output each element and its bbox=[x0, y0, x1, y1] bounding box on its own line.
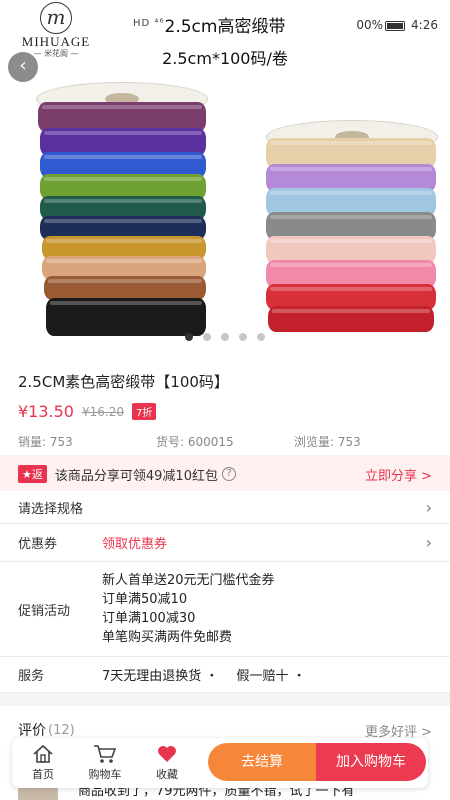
add-to-cart-button[interactable]: 加入购物车 bbox=[316, 743, 426, 781]
carousel-dots bbox=[0, 326, 450, 345]
favorite-button[interactable]: 收藏 bbox=[136, 744, 198, 782]
ribbon-spool bbox=[44, 276, 206, 300]
back-button[interactable]: ‹ bbox=[8, 52, 38, 82]
price-row: ¥13.50 ¥16.20 7折 bbox=[18, 402, 432, 421]
checkout-button[interactable]: 去结算 bbox=[208, 743, 316, 781]
heart-icon bbox=[158, 746, 176, 762]
promo-item: 新人首单送20元无门槛代金券 bbox=[102, 573, 275, 588]
service-items: 7天无理由退换货 ・ 假一赔十 ・ bbox=[102, 665, 320, 684]
carousel-dot[interactable] bbox=[257, 333, 265, 341]
cart-label: 购物车 bbox=[88, 768, 122, 781]
carousel-dot[interactable] bbox=[185, 333, 193, 341]
product-title: 2.5CM素色高密缎带【100码】 bbox=[18, 373, 229, 391]
current-price: ¥13.50 bbox=[18, 402, 74, 421]
reviews-header: 评价 (12) 更多好评 > bbox=[18, 720, 432, 740]
sales-count: 销量: 753 bbox=[18, 435, 73, 449]
coupon-row[interactable]: 优惠券 领取优惠券 › bbox=[0, 524, 450, 562]
spec-selector-row[interactable]: 请选择规格 › bbox=[0, 491, 450, 524]
option-rows: 请选择规格 › 优惠券 领取优惠券 › 促销活动 新人首单送20元无门槛代金券 … bbox=[0, 491, 450, 693]
share-now-link[interactable]: 立即分享 > bbox=[365, 465, 432, 484]
cart-button[interactable]: 购物车 bbox=[74, 744, 136, 782]
star-icon: ★ bbox=[22, 468, 32, 481]
promo-item: 订单满100减30 bbox=[102, 611, 196, 626]
reviews-title: 评价 bbox=[18, 723, 46, 739]
home-button[interactable]: 首页 bbox=[12, 744, 74, 782]
promotion-row: 促销活动 新人首单送20元无门槛代金券 订单满50减10 订单满100减30 单… bbox=[0, 562, 450, 657]
service-item: 假一赔十 ・ bbox=[236, 669, 306, 684]
promo-label: 促销活动 bbox=[18, 603, 71, 619]
overlay-title: 2.5cm高密缎带 bbox=[164, 17, 286, 37]
overlay-subtitle: 2.5cm*100码/卷 bbox=[162, 49, 288, 68]
reviews-count: (12) bbox=[48, 722, 75, 738]
promo-item: 订单满50减10 bbox=[102, 592, 188, 607]
stats-row: 销量: 753 货号: 600015 浏览量: 753 bbox=[18, 433, 432, 450]
product-info: 2.5CM素色高密缎带【100码】 ¥13.50 ¥16.20 7折 销量: 7… bbox=[0, 355, 450, 455]
chevron-right-icon: › bbox=[425, 533, 432, 552]
rebate-label: 返 bbox=[31, 468, 43, 481]
carousel-dot[interactable] bbox=[203, 333, 211, 341]
original-price: ¥16.20 bbox=[81, 404, 124, 419]
favorite-label: 收藏 bbox=[156, 768, 178, 781]
help-icon[interactable]: ? bbox=[221, 467, 236, 481]
promo-list: 新人首单送20元无门槛代金券 订单满50减10 订单满100减30 单笔购买满两… bbox=[102, 571, 275, 647]
spec-label: 请选择规格 bbox=[18, 501, 84, 517]
home-label: 首页 bbox=[32, 768, 54, 781]
sku-number: 货号: 600015 bbox=[156, 435, 234, 449]
promo-item: 单笔购买满两件免邮费 bbox=[102, 630, 233, 645]
more-reviews-link[interactable]: 更多好评 > bbox=[365, 721, 432, 740]
rebate-badge: ★返 bbox=[18, 465, 47, 483]
share-banner[interactable]: ★返 该商品分享可领49减10红包 ? 立即分享 > bbox=[0, 457, 450, 491]
coupon-label: 优惠券 bbox=[18, 537, 58, 552]
bottom-action-bar: 首页 购物车 收藏 去结算 加入购物车 bbox=[12, 738, 428, 788]
share-text: 该商品分享可领49减10红包 bbox=[54, 468, 218, 484]
carousel-dot[interactable] bbox=[221, 333, 229, 341]
product-image-carousel[interactable]: HD ⁴⁶ 00% 4:26 m MIHUAGE — 米花阁 — 2.5cm高密缎… bbox=[0, 0, 450, 355]
view-count: 浏览量: 753 bbox=[294, 435, 361, 449]
get-coupon-link[interactable]: 领取优惠券 bbox=[102, 533, 167, 552]
home-icon bbox=[33, 744, 53, 763]
discount-badge: 7折 bbox=[131, 403, 157, 420]
service-item: 7天无理由退换货 ・ bbox=[102, 669, 219, 684]
service-label: 服务 bbox=[18, 669, 45, 684]
carousel-dot[interactable] bbox=[239, 333, 247, 341]
service-row: 服务 7天无理由退换货 ・ 假一赔十 ・ bbox=[0, 657, 450, 693]
chevron-right-icon: › bbox=[425, 497, 432, 517]
chevron-left-icon: ‹ bbox=[19, 55, 27, 76]
shopping-cart-icon bbox=[94, 745, 117, 763]
